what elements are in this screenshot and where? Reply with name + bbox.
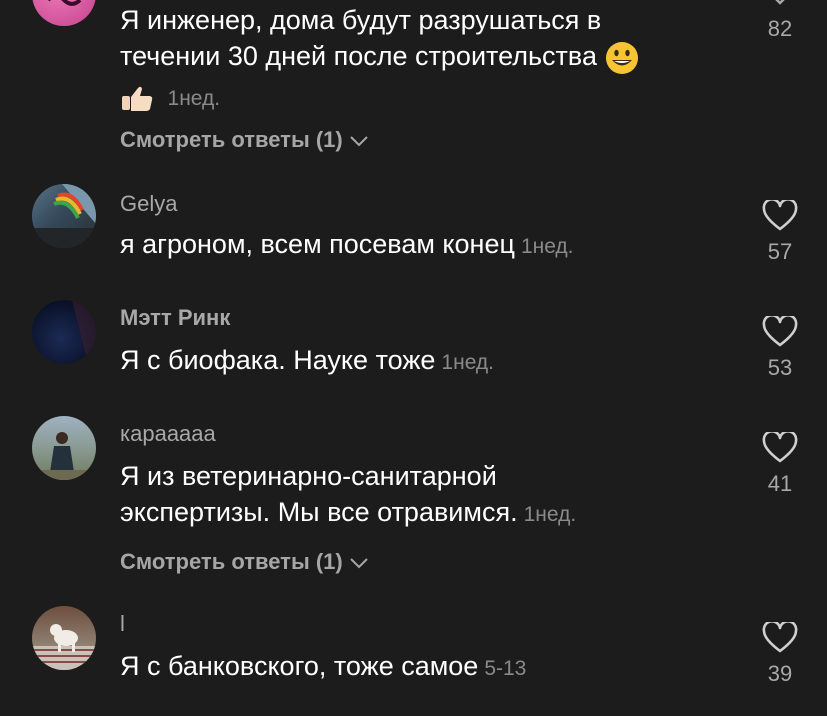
comment-text-line-2: экспертизы. Мы все отравимся. (120, 497, 518, 527)
comment-text: Я с биофака. Науке тоже 1нед. (120, 342, 494, 381)
comment-username[interactable]: Gelya (120, 191, 177, 217)
heart-icon (762, 314, 798, 347)
avatar-pattern-icon (48, 0, 82, 6)
view-replies-button[interactable]: Смотреть ответы (1) (120, 549, 369, 575)
comment-text-line: течении 30 дней после строительства (120, 38, 640, 76)
comment-text-line: Я инженер, дома будут разрушаться в (120, 5, 602, 35)
avatar-photo-icon (32, 184, 96, 248)
like-count: 82 (767, 16, 793, 41)
comment-text-line-2: течении 30 дней после строительства (120, 41, 597, 71)
comment-meta: 1нед. (120, 78, 640, 117)
like-button[interactable]: 41 (750, 430, 810, 497)
avatar-photo-icon (32, 624, 96, 670)
comment-username[interactable]: Мэтт Ринк (120, 305, 230, 331)
heart-icon (762, 620, 798, 653)
like-count: 53 (767, 355, 793, 380)
like-count: 57 (767, 239, 793, 264)
like-button[interactable]: 57 (750, 198, 810, 265)
thumbs-up-icon (122, 86, 153, 111)
avatar[interactable] (32, 0, 96, 26)
comment-time: 1нед. (441, 351, 495, 374)
chevron-down-icon (350, 558, 368, 569)
comment-text-line: экспертизы. Мы все отравимся. 1нед. (120, 494, 576, 533)
comment-time: 1нед. (523, 503, 577, 526)
comment-text: Я из ветеринарно-санитарной экспертизы. … (120, 458, 576, 533)
collapse-chevron-icon[interactable] (768, 0, 792, 11)
comment-text-line: Я из ветеринарно-санитарной (120, 461, 497, 491)
like-button[interactable]: 39 (750, 620, 810, 687)
chevron-down-icon (350, 136, 368, 147)
like-count: 41 (767, 471, 793, 496)
avatar-photo-icon (72, 300, 96, 364)
comment-text: я агроном, всем посевам конец 1нед. (120, 226, 574, 265)
comment-time: 1нед. (520, 235, 574, 258)
view-replies-label: Смотреть ответы (1) (120, 127, 343, 152)
comment-username[interactable]: карааааа (120, 421, 216, 447)
avatar[interactable] (32, 416, 96, 480)
comment-text-content: Я с биофака. Науке тоже (120, 345, 436, 375)
view-replies-button[interactable]: Смотреть ответы (1) (120, 127, 369, 153)
comment-text-content: я агроном, всем посевам конец (120, 229, 515, 259)
avatar[interactable] (32, 606, 96, 670)
heart-icon (762, 430, 798, 463)
comment-text-content: Я с банковского, тоже самое (120, 651, 479, 681)
like-count: 39 (767, 661, 793, 686)
grinning-face-icon (606, 41, 639, 74)
heart-icon (762, 198, 798, 231)
avatar[interactable] (32, 300, 96, 364)
comment-username[interactable]: l (120, 611, 125, 637)
like-button[interactable]: 53 (750, 314, 810, 381)
comment-time: 5-13 (484, 657, 527, 680)
avatar-photo-icon (32, 432, 96, 480)
comment-text: Я с банковского, тоже самое 5-13 (120, 648, 526, 687)
view-replies-label: Смотреть ответы (1) (120, 549, 343, 574)
avatar[interactable] (32, 184, 96, 248)
comment-time: 1нед. (167, 86, 221, 110)
comment-text: Я инженер, дома будут разрушаться в тече… (120, 2, 640, 117)
